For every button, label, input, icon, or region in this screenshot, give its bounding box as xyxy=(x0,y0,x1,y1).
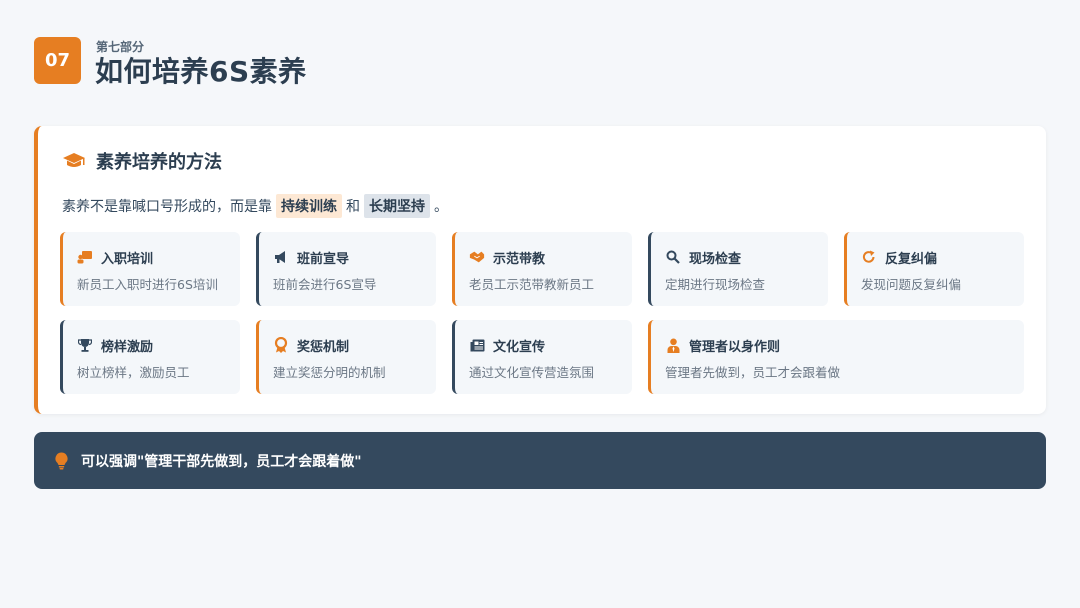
method-desc: 建立奖惩分明的机制 xyxy=(273,365,386,380)
search-icon xyxy=(665,249,681,265)
method-title: 示范带教 xyxy=(493,251,546,267)
method-item-role-model: 榜样激励 树立榜样，激励员工 xyxy=(60,320,240,394)
method-desc: 定期进行现场检查 xyxy=(665,277,766,292)
teacher-icon xyxy=(77,249,93,265)
handshake-icon xyxy=(469,249,485,265)
method-item-repeated-correction: 反复纠偏 发现问题反复纠偏 xyxy=(844,232,1024,306)
method-title: 文化宣传 xyxy=(493,339,546,355)
tip-banner: 可以强调"管理干部先做到，员工才会跟着做" xyxy=(34,432,1046,489)
intro-mid: 和 xyxy=(346,199,360,215)
page-title: 如何培养6S素养 xyxy=(95,55,307,88)
intro-before: 素养不是靠喊口号形成的，而是靠 xyxy=(62,199,272,215)
method-desc: 树立榜样，激励员工 xyxy=(77,365,190,380)
method-desc: 班前会进行6S宣导 xyxy=(273,277,377,292)
method-desc: 通过文化宣传营造氛围 xyxy=(469,365,595,380)
method-title: 奖惩机制 xyxy=(297,339,350,355)
method-title: 现场检查 xyxy=(689,251,742,267)
intro-after: 。 xyxy=(434,199,448,215)
redo-icon xyxy=(861,249,877,265)
trophy-icon xyxy=(77,337,93,353)
award-icon xyxy=(273,337,289,353)
method-title: 榜样激励 xyxy=(101,339,154,355)
method-item-site-inspection: 现场检查 定期进行现场检查 xyxy=(648,232,828,306)
methods-card: 素养培养的方法 素养不是靠喊口号形成的，而是靠 持续训练 和 长期坚持 。 入职… xyxy=(34,126,1046,414)
section-number-badge: 07 xyxy=(34,37,81,84)
method-title: 管理者以身作则 xyxy=(689,339,781,355)
user-tie-icon xyxy=(665,337,681,353)
method-title: 班前宣导 xyxy=(297,251,350,267)
intro-text: 素养不是靠喊口号形成的，而是靠 持续训练 和 长期坚持 。 xyxy=(62,194,448,218)
highlight-long-term: 长期坚持 xyxy=(364,194,430,218)
newspaper-icon xyxy=(469,337,485,353)
method-item-shift-briefing: 班前宣导 班前会进行6S宣导 xyxy=(256,232,436,306)
highlight-continuous-training: 持续训练 xyxy=(276,194,342,218)
lightbulb-icon xyxy=(53,451,69,471)
card-title: 素养培养的方法 xyxy=(96,152,222,173)
graduation-cap-icon xyxy=(62,151,86,171)
method-item-lead-by-example: 管理者以身作则 管理者先做到，员工才会跟着做 xyxy=(648,320,1024,394)
method-item-demonstration: 示范带教 老员工示范带教新员工 xyxy=(452,232,632,306)
section-number: 07 xyxy=(44,50,71,71)
card-header: 素养培养的方法 xyxy=(62,148,222,174)
tip-text: 可以强调"管理干部先做到，员工才会跟着做" xyxy=(81,453,362,470)
megaphone-icon xyxy=(273,249,289,265)
method-item-onboarding-training: 入职培训 新员工入职时进行6S培训 xyxy=(60,232,240,306)
method-title: 入职培训 xyxy=(101,251,154,267)
method-item-reward-punishment: 奖惩机制 建立奖惩分明的机制 xyxy=(256,320,436,394)
method-desc: 发现问题反复纠偏 xyxy=(861,277,962,292)
method-item-culture-promotion: 文化宣传 通过文化宣传营造氛围 xyxy=(452,320,632,394)
method-title: 反复纠偏 xyxy=(885,251,938,267)
method-desc: 老员工示范带教新员工 xyxy=(469,277,595,292)
method-desc: 新员工入职时进行6S培训 xyxy=(77,277,218,292)
method-desc: 管理者先做到，员工才会跟着做 xyxy=(665,365,841,380)
